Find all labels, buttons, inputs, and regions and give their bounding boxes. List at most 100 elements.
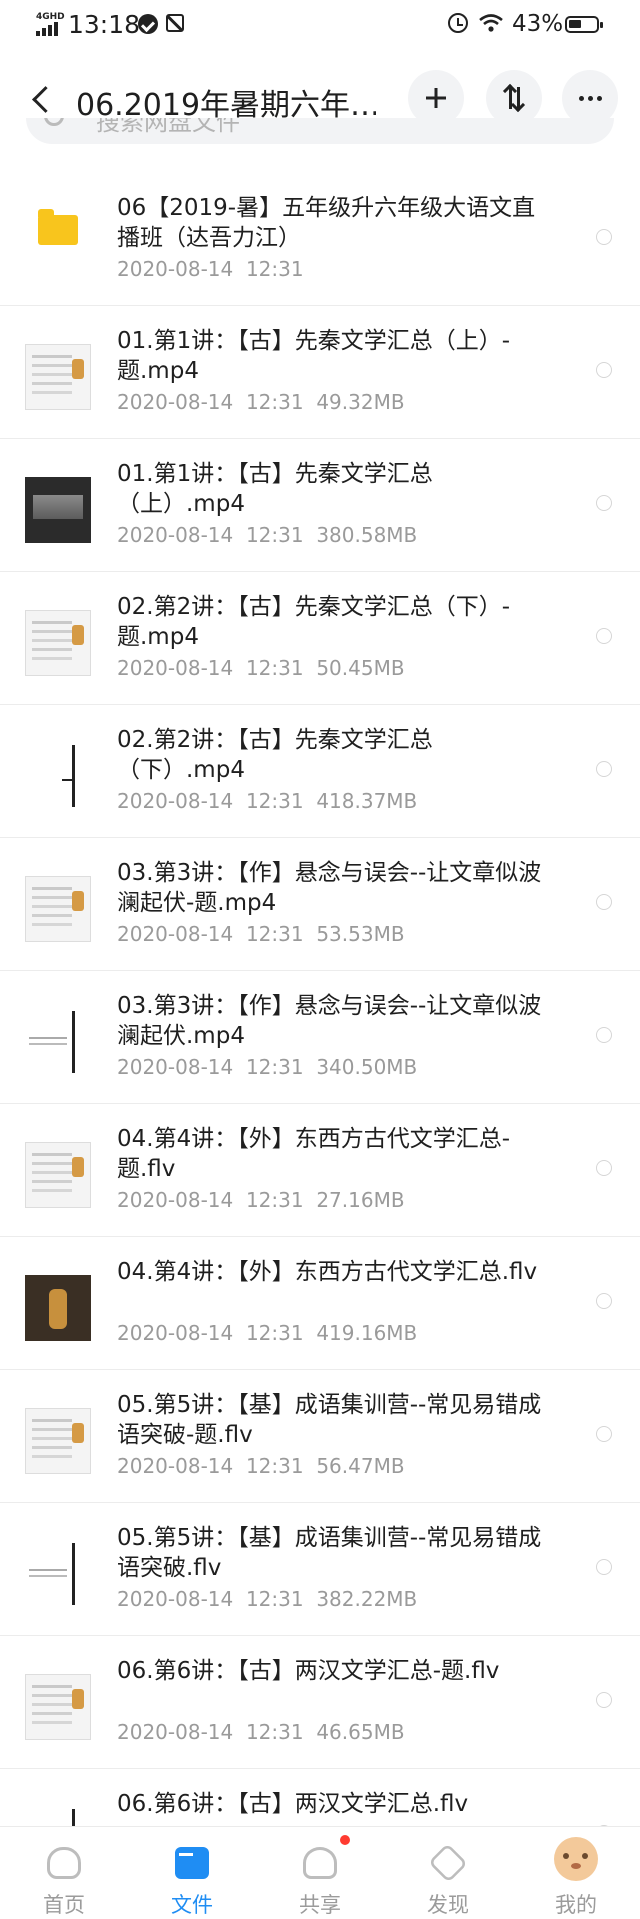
select-checkbox[interactable] [596, 1692, 612, 1708]
notification-dot [340, 1835, 350, 1845]
search-bar[interactable]: 搜索网盘文件 [0, 118, 640, 144]
file-row[interactable]: 01.第1讲：【古】先秦文学汇总（上）.mp4 2020-08-14 12:31 … [0, 439, 640, 572]
file-name: 05.第5讲：【基】成语集训营--常见易错成语突破-题.flv [117, 1392, 542, 1448]
battery-icon [565, 16, 603, 33]
file-date: 2020-08-14 12:31 [117, 257, 304, 281]
file-name: 02.第2讲：【古】先秦文学汇总（下）.mp4 [117, 727, 433, 783]
nav-item-share[interactable]: 共享 [256, 1827, 384, 1917]
sort-down-icon [517, 87, 520, 109]
file-meta: 2020-08-14 12:31 49.32MB [117, 390, 405, 414]
nav-label: 共享 [299, 1893, 341, 1917]
file-row[interactable]: 01.第1讲：【古】先秦文学汇总（上）-题.mp4 2020-08-14 12:3… [0, 306, 640, 439]
nav-label: 发现 [427, 1893, 469, 1917]
avatar [554, 1837, 598, 1881]
folder-icon [38, 209, 78, 245]
file-size: 50.45MB [316, 656, 405, 680]
network-type-label: 4GHD [36, 12, 65, 22]
video-thumbnail [25, 876, 91, 942]
select-checkbox[interactable] [596, 1426, 612, 1442]
file-date: 2020-08-14 12:31 [117, 523, 304, 547]
file-row[interactable]: 03.第3讲：【作】悬念与误会--让文章似波澜起伏.mp4 2020-08-14 … [0, 971, 640, 1104]
file-meta: 2020-08-14 12:31 380.58MB [117, 523, 417, 547]
file-row[interactable]: 02.第2讲：【古】先秦文学汇总（下）.mp4 2020-08-14 12:31 … [0, 705, 640, 838]
select-checkbox[interactable] [596, 495, 612, 511]
alarm-icon [448, 13, 468, 33]
status-bar: 4GHD 13:18 43% [0, 0, 640, 52]
video-thumbnail [25, 743, 91, 809]
file-date: 2020-08-14 12:31 [117, 1188, 304, 1212]
file-date: 2020-08-14 12:31 [117, 1454, 304, 1478]
file-name: 03.第3讲：【作】悬念与误会--让文章似波澜起伏.mp4 [117, 993, 542, 1049]
file-name: 01.第1讲：【古】先秦文学汇总（上）.mp4 [117, 461, 433, 517]
search-placeholder: 搜索网盘文件 [96, 118, 240, 136]
nav-label: 首页 [43, 1893, 85, 1917]
folder-row[interactable]: 06【2019-暑】五年级升六年级大语文直播班（达吾力江） 2020-08-14 … [0, 173, 640, 306]
signal-icon: 4GHD [36, 12, 65, 36]
file-row[interactable]: 06.第6讲：【古】两汉文学汇总-题.flv 2020-08-14 12:31 4… [0, 1636, 640, 1769]
file-meta: 2020-08-14 12:31 46.65MB [117, 1720, 405, 1744]
nav-item-home[interactable]: 首页 [0, 1827, 128, 1917]
video-thumbnail [25, 1275, 91, 1341]
file-size: 53.53MB [316, 922, 405, 946]
video-thumbnail [25, 1408, 91, 1474]
back-button[interactable] [24, 78, 60, 122]
battery-percent: 43% [512, 11, 564, 37]
file-name: 05.第5讲：【基】成语集训营--常见易错成语突破.flv [117, 1525, 542, 1581]
nav-item-me[interactable]: 我的 [512, 1827, 640, 1917]
file-meta: 2020-08-14 12:31 340.50MB [117, 1055, 417, 1079]
bottom-nav: 首页 文件 共享 发现 我的 [0, 1826, 640, 1917]
video-thumbnail [25, 1142, 91, 1208]
file-list: 06【2019-暑】五年级升六年级大语文直播班（达吾力江） 2020-08-14 … [0, 173, 640, 1902]
select-checkbox[interactable] [596, 628, 612, 644]
file-date: 2020-08-14 12:31 [117, 1587, 304, 1611]
select-checkbox[interactable] [596, 894, 612, 910]
select-checkbox[interactable] [596, 229, 612, 245]
video-thumbnail [25, 1541, 91, 1607]
file-date: 2020-08-14 12:31 [117, 390, 304, 414]
select-checkbox[interactable] [596, 1293, 612, 1309]
select-checkbox[interactable] [596, 1559, 612, 1575]
file-meta: 2020-08-14 12:31 27.16MB [117, 1188, 405, 1212]
file-date: 2020-08-14 12:31 [117, 1321, 304, 1345]
file-size: 419.16MB [316, 1321, 418, 1345]
file-size: 46.65MB [316, 1720, 405, 1744]
file-row[interactable]: 02.第2讲：【古】先秦文学汇总（下）-题.mp4 2020-08-14 12:3… [0, 572, 640, 705]
video-thumbnail [25, 477, 91, 543]
file-meta: 2020-08-14 12:31 418.37MB [117, 789, 417, 813]
file-date: 2020-08-14 12:31 [117, 1720, 304, 1744]
files-icon [175, 1847, 209, 1879]
wifi-icon [479, 14, 503, 32]
file-row[interactable]: 04.第4讲：【外】东西方古代文学汇总.flv 2020-08-14 12:31 … [0, 1237, 640, 1370]
nav-item-files[interactable]: 文件 [128, 1827, 256, 1917]
file-size: 27.16MB [316, 1188, 405, 1212]
status-time: 13:18 [68, 10, 141, 39]
notification-off-icon [166, 14, 184, 32]
file-row[interactable]: 05.第5讲：【基】成语集训营--常见易错成语突破-题.flv 2020-08-1… [0, 1370, 640, 1503]
nav-item-discover[interactable]: 发现 [384, 1827, 512, 1917]
file-row[interactable]: 04.第4讲：【外】东西方古代文学汇总-题.flv 2020-08-14 12:3… [0, 1104, 640, 1237]
file-size: 56.47MB [316, 1454, 405, 1478]
select-checkbox[interactable] [596, 1027, 612, 1043]
file-meta: 2020-08-14 12:31 56.47MB [117, 1454, 405, 1478]
file-size: 418.37MB [316, 789, 418, 813]
select-checkbox[interactable] [596, 1160, 612, 1176]
select-checkbox[interactable] [596, 362, 612, 378]
file-row[interactable]: 05.第5讲：【基】成语集训营--常见易错成语突破.flv 2020-08-14 … [0, 1503, 640, 1636]
file-name: 04.第4讲：【外】东西方古代文学汇总-题.flv [117, 1126, 511, 1182]
file-meta: 2020-08-14 12:31 419.16MB [117, 1321, 417, 1345]
file-meta: 2020-08-14 12:31 [117, 257, 304, 281]
file-meta: 2020-08-14 12:31 50.45MB [117, 656, 405, 680]
file-name: 01.第1讲：【古】先秦文学汇总（上）-题.mp4 [117, 328, 511, 384]
cloud-icon [47, 1847, 81, 1879]
file-name: 06【2019-暑】五年级升六年级大语文直播班（达吾力江） [117, 195, 536, 251]
file-size: 382.22MB [316, 1587, 418, 1611]
select-checkbox[interactable] [596, 761, 612, 777]
file-name: 03.第3讲：【作】悬念与误会--让文章似波澜起伏-题.mp4 [117, 860, 542, 916]
file-name: 06.第6讲：【古】两汉文学汇总.flv [117, 1791, 469, 1817]
video-thumbnail [25, 1674, 91, 1740]
file-row[interactable]: 03.第3讲：【作】悬念与误会--让文章似波澜起伏-题.mp4 2020-08-1… [0, 838, 640, 971]
file-date: 2020-08-14 12:31 [117, 656, 304, 680]
file-date: 2020-08-14 12:31 [117, 922, 304, 946]
nav-label: 文件 [171, 1893, 213, 1917]
file-name: 06.第6讲：【古】两汉文学汇总-题.flv [117, 1658, 500, 1684]
